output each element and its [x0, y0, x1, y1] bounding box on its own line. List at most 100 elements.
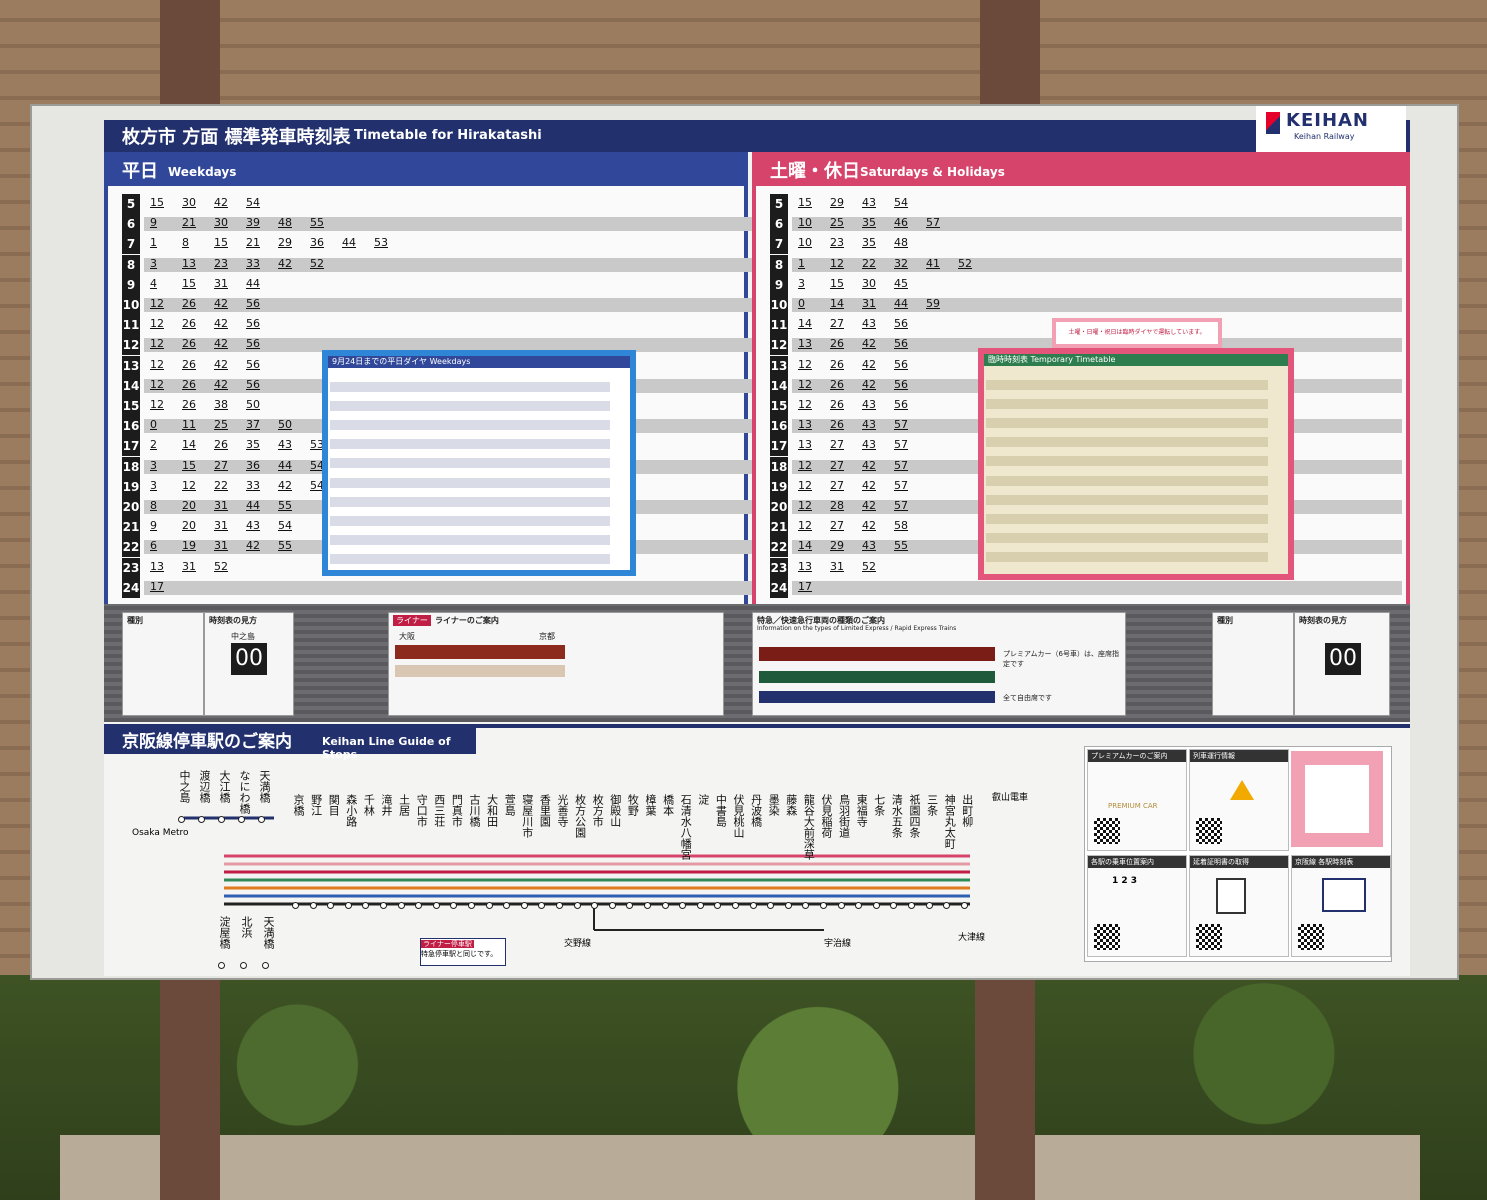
notice-row — [330, 545, 610, 555]
minute-cell: 35 — [246, 438, 260, 452]
minute-cell: 9 — [150, 519, 157, 533]
minute-cell: 55 — [278, 499, 292, 512]
minute-cell: 54 — [894, 196, 908, 209]
minute-cell: 43 — [246, 519, 260, 533]
minute-cell: 43 — [278, 438, 292, 452]
post-top-right — [980, 0, 1040, 110]
hour-cell: 20 — [770, 497, 788, 517]
station-dot — [820, 902, 827, 909]
minute-cell: 12 — [830, 256, 844, 270]
legend-strip: 種別 時刻表の見方 中之島 00 ライナー ライナーのご案内 大阪 京都 特急／… — [104, 604, 1410, 722]
station-name: 大和田 — [485, 794, 499, 827]
minute-cell: 56 — [894, 317, 908, 331]
hour-cell: 13 — [770, 355, 788, 376]
premium-car-label: PREMIUM CAR — [1108, 802, 1158, 810]
minute-cell: 31 — [182, 559, 196, 573]
hour-cell: 19 — [770, 476, 788, 497]
station-name: 中書島 — [714, 794, 728, 827]
katano-label: 交野線 — [564, 939, 592, 949]
minute-cell: 12 — [798, 377, 812, 391]
hour-cell: 9 — [770, 274, 788, 295]
minute-cell: 44 — [246, 276, 260, 290]
hour-cell: 17 — [122, 436, 140, 457]
osaka-metro-label: Osaka Metro — [132, 828, 189, 838]
notice-row — [330, 496, 610, 507]
minute-cell: 21 — [182, 216, 196, 230]
station-dot — [520, 902, 528, 909]
notice-row — [330, 535, 610, 546]
minute-cell: 27 — [830, 519, 844, 533]
minute-cell: 25 — [214, 418, 228, 432]
minute-cell: 15 — [150, 196, 164, 209]
delay-info: 延着証明書の取得 — [1189, 855, 1289, 957]
minute-cell: 57 — [894, 458, 908, 472]
station-dot — [240, 962, 247, 969]
hour-cell: 14 — [770, 375, 788, 396]
minute-cell: 43 — [862, 418, 876, 432]
minute-cell: 12 — [150, 297, 164, 310]
minute-cell: 14 — [182, 438, 196, 452]
minute-cell: 12 — [798, 458, 812, 472]
station-name: 橋本 — [661, 794, 675, 816]
station-name: 淀 — [696, 794, 710, 805]
minute-cell: 54 — [246, 196, 260, 209]
howto-minute: 00 — [231, 643, 267, 675]
minute-cell: 31 — [214, 276, 228, 290]
station-dot — [784, 902, 792, 909]
minute-cell: 3 — [150, 478, 157, 492]
minute-cell: 26 — [830, 357, 844, 371]
minute-cell: 33 — [246, 256, 260, 270]
minute-cell: 27 — [214, 458, 228, 472]
howto-title: 時刻表の見方 — [209, 616, 257, 625]
qr-code-icon[interactable] — [1196, 924, 1222, 950]
howto-station: 中之島 — [231, 632, 255, 641]
minute-cell: 44 — [894, 297, 908, 310]
minute-cell: 50 — [278, 418, 292, 432]
guide-title-en: Keihan Line Guide of Stops — [322, 735, 451, 761]
minute-cell: 59 — [926, 297, 940, 310]
logo-sub: Keihan Railway — [1294, 132, 1355, 141]
minute-cell: 4 — [150, 276, 157, 290]
minute-cell: 3 — [150, 458, 157, 472]
minute-cell: 42 — [214, 377, 228, 391]
minute-cell: 14 — [798, 317, 812, 331]
minute-cell: 12 — [150, 317, 164, 331]
minute-cell: 43 — [862, 539, 876, 553]
types-title-right: 種別 — [1217, 616, 1233, 625]
station-dot — [258, 816, 265, 823]
notice-row — [986, 485, 1268, 495]
notice-row — [330, 526, 610, 536]
weekday-notice-title: 9月24日までの平日ダイヤ — [332, 357, 428, 366]
minute-cell: 0 — [150, 418, 157, 432]
minute-cell: 39 — [246, 216, 260, 230]
station-name: 京橋 — [292, 794, 305, 816]
notice-row — [986, 514, 1268, 524]
hour-cell: 8 — [770, 254, 788, 275]
qr-code-icon[interactable] — [1094, 924, 1120, 950]
minute-cell: 52 — [310, 256, 324, 270]
station-name: 古川橋 — [468, 794, 481, 827]
holiday-notice-title-en: Temporary Timetable — [1030, 355, 1116, 364]
minute-cell: 10 — [798, 236, 812, 250]
qr-code-icon[interactable] — [1094, 818, 1120, 844]
minute-cell: 9 — [150, 216, 157, 230]
minute-cell: 3 — [798, 276, 805, 290]
minute-cell: 26 — [830, 337, 844, 351]
minute-cell: 36 — [310, 236, 324, 250]
minute-cell: 30 — [862, 276, 876, 290]
station-dot — [872, 902, 880, 909]
warning-icon — [1230, 780, 1254, 800]
holiday-notice: 臨時時刻表 Temporary Timetable — [978, 348, 1294, 580]
express-car-row-1 — [759, 647, 995, 661]
notice-row — [330, 439, 610, 450]
minute-cell: 15 — [182, 276, 196, 290]
station-name: 西三荘 — [432, 794, 446, 827]
notice-row — [330, 554, 610, 565]
minute-cell: 42 — [862, 519, 876, 533]
qr-code-icon[interactable] — [1196, 818, 1222, 844]
qr-code-icon[interactable] — [1298, 924, 1324, 950]
hour-cell: 6 — [770, 214, 788, 235]
minute-cell: 57 — [894, 499, 908, 512]
hour-cell: 21 — [770, 517, 788, 538]
station-name: 森小路 — [344, 794, 358, 827]
